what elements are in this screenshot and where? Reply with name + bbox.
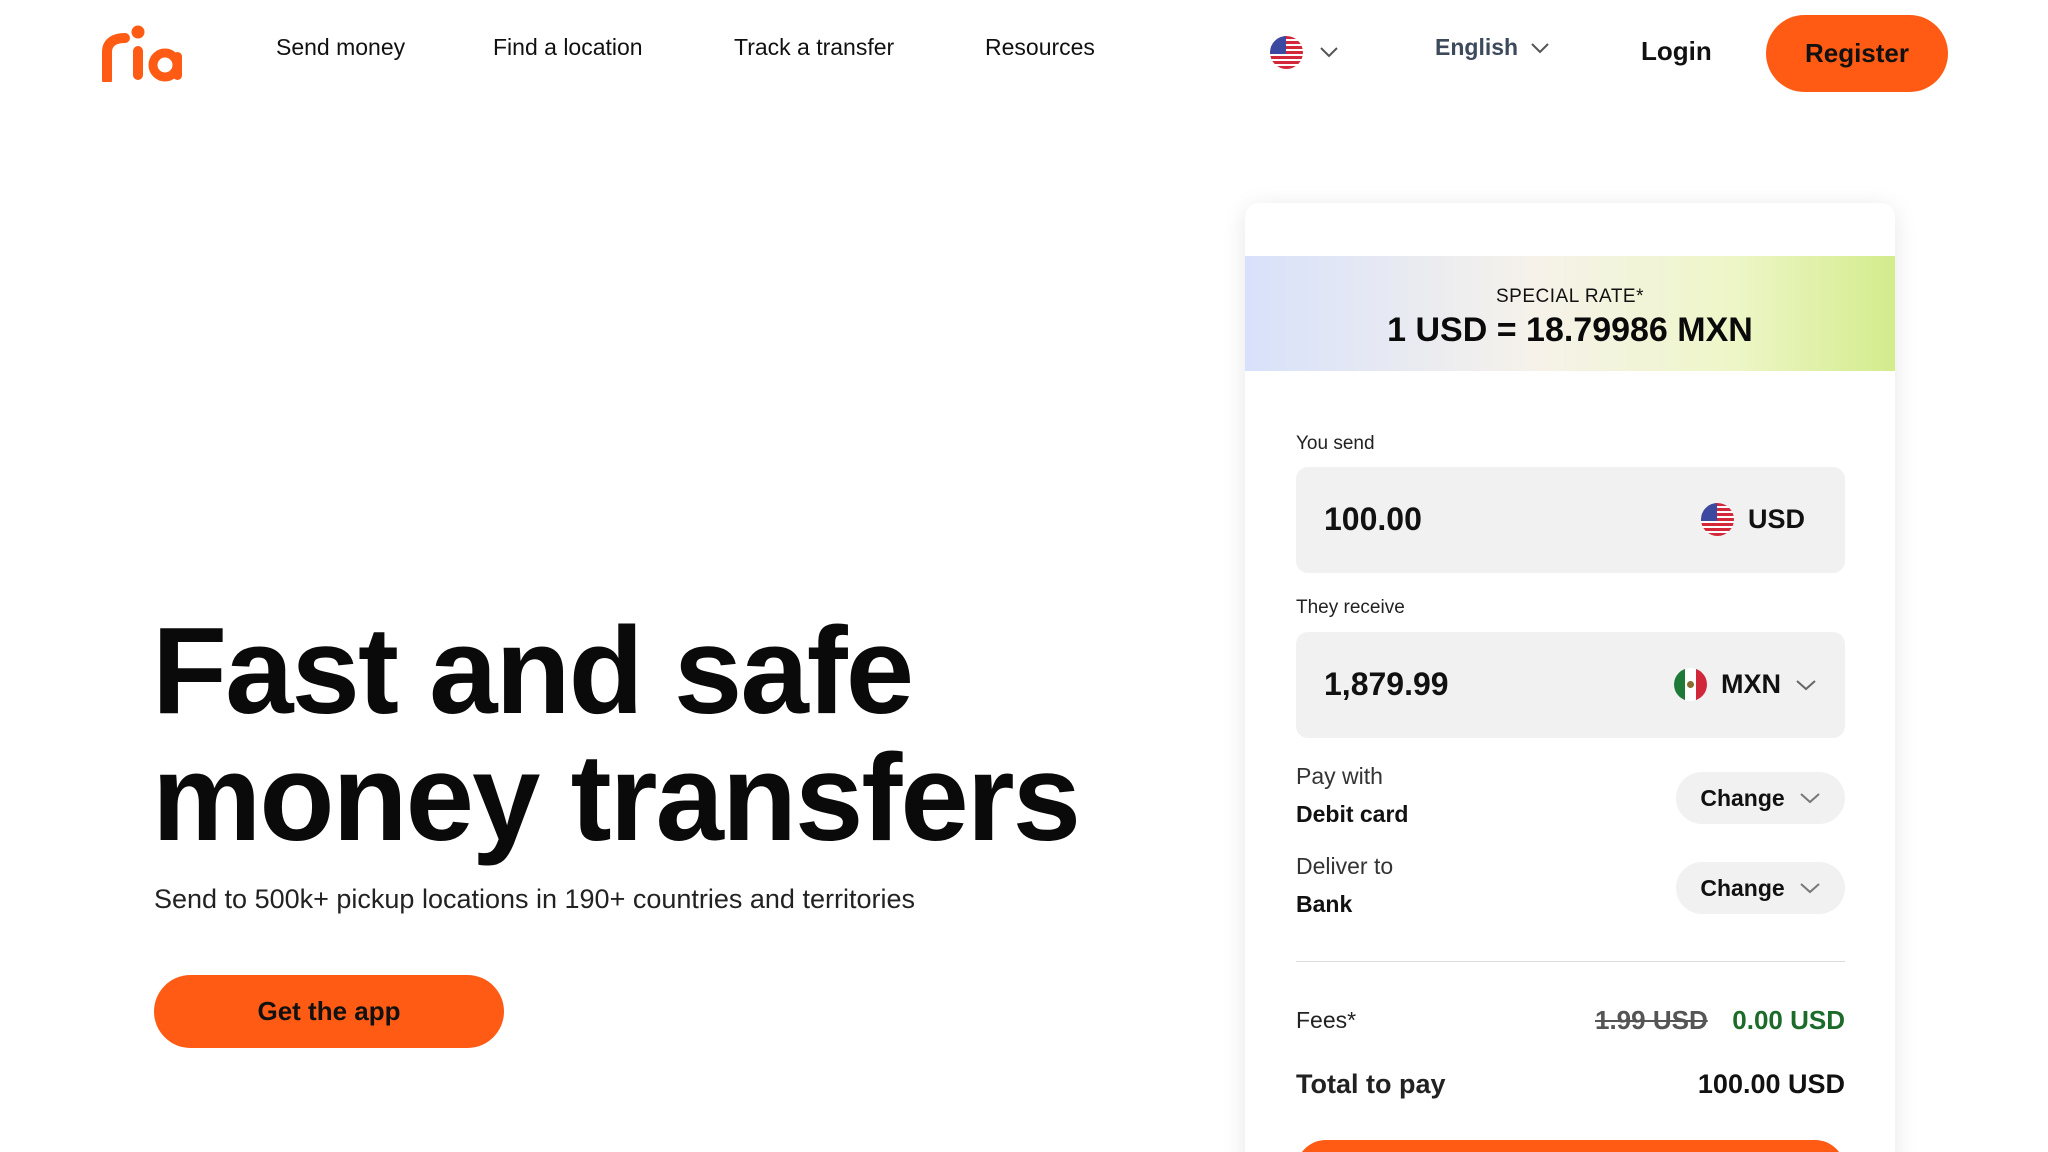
chevron-down-icon bbox=[1531, 42, 1549, 53]
exchange-rate-value: 1 USD = 18.79986 MXN bbox=[1387, 311, 1753, 349]
register-button[interactable]: Register bbox=[1766, 15, 1948, 92]
language-label: English bbox=[1435, 34, 1519, 60]
fees-label: Fees* bbox=[1296, 1007, 1357, 1033]
you-send-label: You send bbox=[1296, 433, 1375, 454]
login-link[interactable]: Login bbox=[1641, 36, 1712, 67]
get-the-app-button[interactable]: Get the app bbox=[154, 975, 504, 1048]
us-flag-icon bbox=[1270, 35, 1303, 69]
deliver-to-label: Deliver to bbox=[1296, 853, 1394, 879]
they-receive-label: They receive bbox=[1296, 597, 1405, 618]
hero-title-line1: Fast and safe bbox=[152, 603, 914, 740]
hero-title: Fast and safe money transfers bbox=[152, 608, 1112, 862]
country-selector[interactable] bbox=[1270, 32, 1350, 72]
pay-with-change-button[interactable]: Change bbox=[1676, 772, 1845, 824]
divider bbox=[1296, 961, 1845, 962]
fees-discounted: 0.00 USD bbox=[1732, 1005, 1845, 1035]
deliver-to-change-button[interactable]: Change bbox=[1676, 862, 1845, 914]
hero-subtitle: Send to 500k+ pickup locations in 190+ c… bbox=[154, 884, 915, 914]
fees-original: 1.99 USD bbox=[1595, 1005, 1708, 1035]
pay-with-value: Debit card bbox=[1296, 801, 1409, 827]
special-rate-label: SPECIAL RATE* bbox=[1496, 286, 1644, 307]
receive-amount-field[interactable]: 1,879.99 MXN bbox=[1296, 632, 1845, 738]
nav-send-money[interactable]: Send money bbox=[276, 34, 405, 61]
send-currency-code: USD bbox=[1747, 504, 1805, 534]
page: Send money Find a location Track a trans… bbox=[0, 0, 2048, 1152]
total-to-pay-value: 100.00 USD bbox=[1697, 1069, 1845, 1099]
receive-amount-value[interactable]: 1,879.99 bbox=[1324, 666, 1449, 703]
nav-track-transfer[interactable]: Track a transfer bbox=[734, 34, 894, 61]
receive-currency-selector[interactable]: MXN bbox=[1674, 668, 1817, 701]
chevron-down-icon bbox=[1800, 883, 1820, 894]
total-to-pay-label: Total to pay bbox=[1296, 1069, 1446, 1099]
us-flag-icon bbox=[1700, 503, 1734, 536]
deliver-to-value: Bank bbox=[1296, 891, 1353, 917]
chevron-down-icon bbox=[1320, 47, 1338, 58]
nav-find-location[interactable]: Find a location bbox=[493, 34, 643, 61]
nav-resources[interactable]: Resources bbox=[985, 34, 1095, 61]
send-amount-field[interactable]: 100.00 USD bbox=[1296, 467, 1845, 573]
receive-currency-code: MXN bbox=[1721, 669, 1781, 699]
change-label: Change bbox=[1700, 784, 1785, 811]
pay-with-label: Pay with bbox=[1296, 763, 1383, 789]
change-label: Change bbox=[1700, 874, 1785, 901]
special-rate-banner: SPECIAL RATE* 1 USD = 18.79986 MXN bbox=[1245, 256, 1895, 371]
send-money-cta-button[interactable] bbox=[1296, 1140, 1845, 1152]
mx-flag-icon bbox=[1674, 668, 1707, 701]
send-currency: USD bbox=[1700, 503, 1805, 536]
ria-logo[interactable] bbox=[101, 24, 185, 85]
chevron-down-icon bbox=[1796, 679, 1816, 690]
chevron-down-icon bbox=[1800, 793, 1820, 804]
transfer-calculator-card: SPECIAL RATE* 1 USD = 18.79986 MXN You s… bbox=[1245, 203, 1895, 1152]
language-selector[interactable]: English bbox=[1435, 34, 1550, 61]
send-amount-value[interactable]: 100.00 bbox=[1324, 501, 1422, 538]
hero-title-line2: money transfers bbox=[152, 730, 1081, 867]
